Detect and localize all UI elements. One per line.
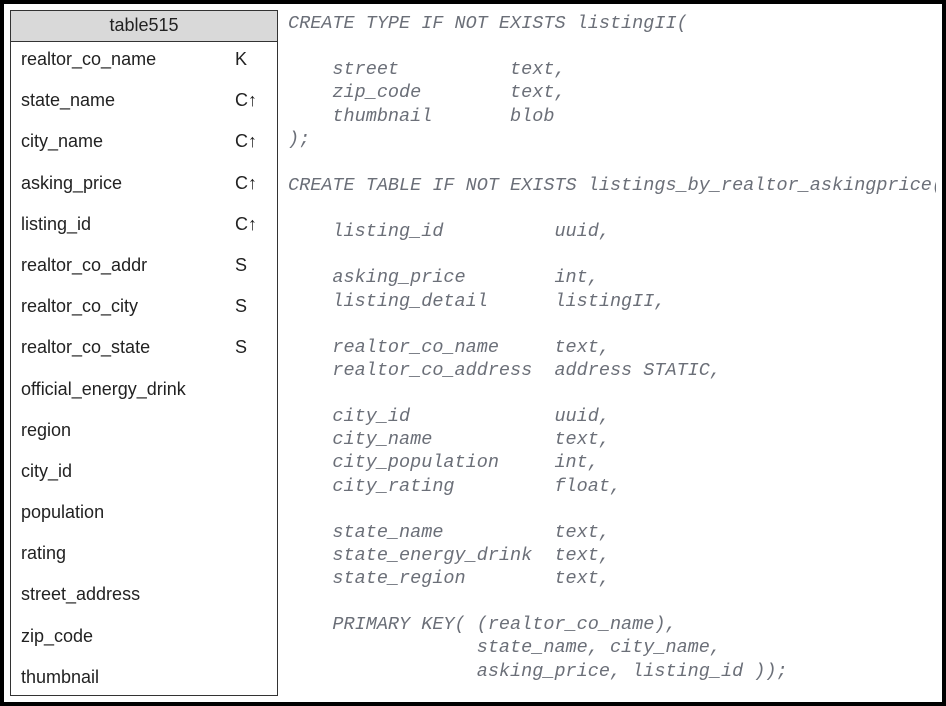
table-row: region xyxy=(21,417,269,444)
column-name: population xyxy=(21,502,235,523)
table-row: realtor_co_addrS xyxy=(21,252,269,279)
column-name: zip_code xyxy=(21,626,235,647)
table-row: realtor_co_nameK xyxy=(21,46,269,73)
table-row: city_nameC↑ xyxy=(21,128,269,155)
column-name: city_name xyxy=(21,131,235,152)
column-name: street_address xyxy=(21,584,235,605)
table-row: street_address xyxy=(21,581,269,608)
column-name: state_name xyxy=(21,90,235,111)
column-name: rating xyxy=(21,543,235,564)
column-mark: S xyxy=(235,255,269,276)
column-name: listing_id xyxy=(21,214,235,235)
table-row: listing_idC↑ xyxy=(21,211,269,238)
column-name: realtor_co_name xyxy=(21,49,235,70)
schema-table-box: table515 realtor_co_nameK state_nameC↑ c… xyxy=(10,10,278,696)
table-row: population xyxy=(21,499,269,526)
column-mark: C↑ xyxy=(235,90,269,111)
table-row: state_nameC↑ xyxy=(21,87,269,114)
table-row: city_id xyxy=(21,458,269,485)
table-row: realtor_co_cityS xyxy=(21,293,269,320)
table-row: zip_code xyxy=(21,623,269,650)
schema-table-title: table515 xyxy=(11,11,277,42)
column-mark: S xyxy=(235,296,269,317)
column-mark: S xyxy=(235,337,269,358)
column-name: asking_price xyxy=(21,173,235,194)
table-row: asking_priceC↑ xyxy=(21,170,269,197)
column-mark: C↑ xyxy=(235,214,269,235)
column-name: official_energy_drink xyxy=(21,379,235,400)
column-name: thumbnail xyxy=(21,667,235,688)
table-row: thumbnail xyxy=(21,664,269,691)
table-row: realtor_co_stateS xyxy=(21,334,269,361)
column-mark: K xyxy=(235,49,269,70)
column-name: region xyxy=(21,420,235,441)
column-mark: C↑ xyxy=(235,173,269,194)
table-row: official_energy_drink xyxy=(21,376,269,403)
schema-table-rows: realtor_co_nameK state_nameC↑ city_nameC… xyxy=(11,42,277,695)
column-name: city_id xyxy=(21,461,235,482)
document-frame: table515 realtor_co_nameK state_nameC↑ c… xyxy=(0,0,946,706)
column-mark: C↑ xyxy=(235,131,269,152)
table-row: rating xyxy=(21,540,269,567)
cql-code-block: CREATE TYPE IF NOT EXISTS listingII( str… xyxy=(288,10,936,696)
column-name: realtor_co_city xyxy=(21,296,235,317)
column-name: realtor_co_addr xyxy=(21,255,235,276)
column-name: realtor_co_state xyxy=(21,337,235,358)
